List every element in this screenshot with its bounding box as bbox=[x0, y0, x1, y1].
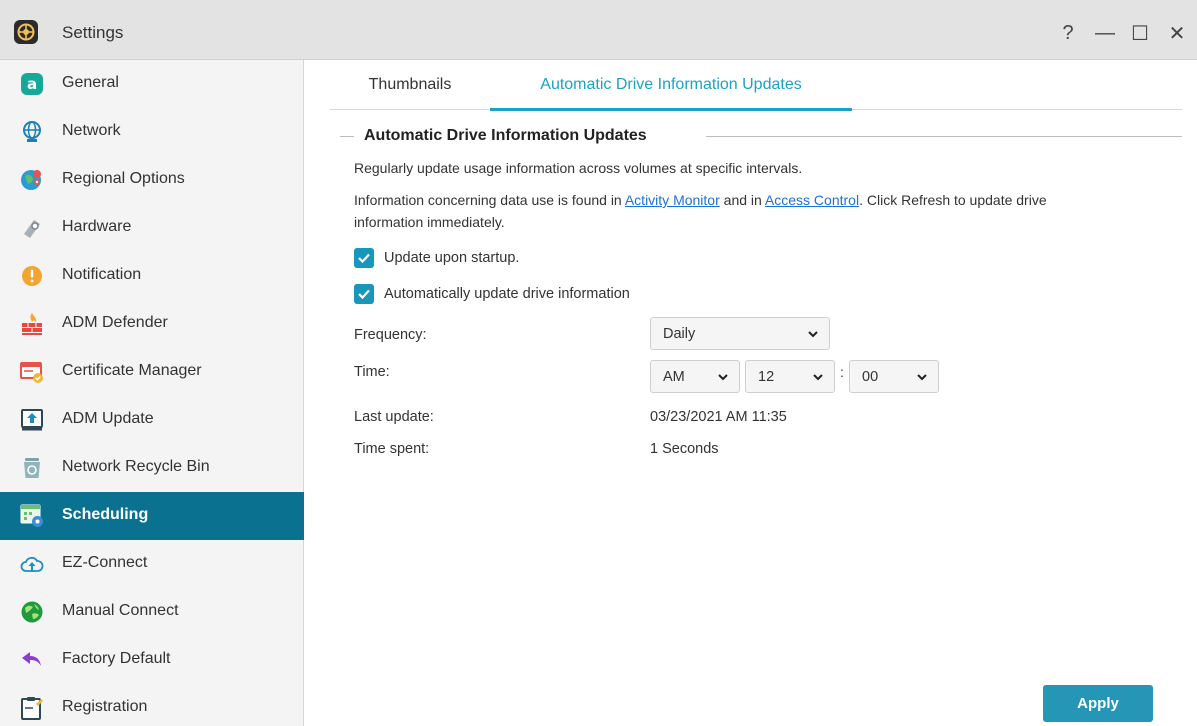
regional-options-icon bbox=[21, 170, 42, 190]
time-minute-select[interactable]: 00 bbox=[849, 360, 939, 393]
sidebar-item-label: Network bbox=[62, 122, 121, 139]
time-separator: : bbox=[840, 364, 844, 380]
close-button[interactable]: ✕ bbox=[1163, 19, 1191, 47]
firewall-icon bbox=[22, 313, 42, 335]
section-info-line: information immediately. bbox=[354, 214, 505, 230]
auto-update-option[interactable]: Automatically update drive information bbox=[354, 283, 630, 305]
time-ampm-value: AM bbox=[663, 368, 685, 385]
chevron-down-icon bbox=[808, 331, 818, 338]
sidebar-item-ez-connect[interactable]: EZ-Connect bbox=[0, 540, 304, 588]
title-bar: Settings ? — ☐ ✕ bbox=[0, 0, 1197, 60]
sidebar-item-network[interactable]: Network bbox=[0, 108, 304, 156]
certificate-icon bbox=[20, 362, 43, 383]
sidebar-item-label: EZ-Connect bbox=[62, 554, 148, 571]
time-hour-value: 12 bbox=[758, 368, 775, 385]
maximize-button[interactable]: ☐ bbox=[1126, 19, 1154, 47]
registration-icon bbox=[21, 697, 43, 720]
sidebar-item-label: Network Recycle Bin bbox=[62, 458, 210, 475]
update-icon bbox=[21, 409, 43, 431]
update-on-startup-checkbox[interactable] bbox=[354, 248, 374, 268]
general-icon: a bbox=[21, 73, 43, 95]
sidebar-item-general[interactable]: a General bbox=[0, 60, 304, 108]
time-spent-label: Time spent: bbox=[354, 441, 430, 457]
sidebar-item-label: Hardware bbox=[62, 218, 132, 235]
section-divider bbox=[340, 136, 354, 137]
apply-button[interactable]: Apply bbox=[1043, 685, 1153, 722]
auto-update-label: Automatically update drive information bbox=[384, 286, 630, 302]
info-text: and in bbox=[719, 192, 765, 208]
frequency-label: Frequency: bbox=[354, 327, 427, 343]
sidebar-item-certificate-manager[interactable]: Certificate Manager bbox=[0, 348, 304, 396]
checkmark-icon bbox=[358, 289, 370, 300]
time-label: Time: bbox=[354, 364, 390, 380]
info-text: Information concerning data use is found… bbox=[354, 192, 625, 208]
sidebar-item-network-recycle-bin[interactable]: Network Recycle Bin bbox=[0, 444, 304, 492]
tab-automatic-drive-information-updates[interactable]: Automatic Drive Information Updates bbox=[490, 60, 852, 111]
sidebar-item-label: ADM Update bbox=[62, 410, 154, 427]
sidebar-item-manual-connect[interactable]: Manual Connect bbox=[0, 588, 304, 636]
window-title: Settings bbox=[62, 23, 124, 42]
update-on-startup-option[interactable]: Update upon startup. bbox=[354, 247, 519, 269]
sidebar-item-label: Manual Connect bbox=[62, 602, 179, 619]
section-title: Automatic Drive Information Updates bbox=[364, 127, 647, 144]
tab-bar: Thumbnails Automatic Drive Information U… bbox=[330, 60, 1182, 111]
sidebar: a General Network Regional Options Hardw… bbox=[0, 60, 304, 726]
section-divider bbox=[706, 136, 1182, 137]
section-description: Regularly update usage information acros… bbox=[354, 160, 803, 176]
sidebar-item-label: ADM Defender bbox=[62, 314, 168, 331]
minimize-button[interactable]: — bbox=[1091, 19, 1119, 47]
hardware-icon bbox=[24, 220, 40, 238]
svg-text:a: a bbox=[27, 75, 37, 93]
sidebar-item-label: Certificate Manager bbox=[62, 362, 202, 379]
info-text: . Click Refresh to update drive bbox=[859, 192, 1047, 208]
tab-thumbnails[interactable]: Thumbnails bbox=[330, 60, 490, 110]
access-control-link[interactable]: Access Control bbox=[765, 192, 859, 208]
last-update-value: 03/23/2021 AM 11:35 bbox=[650, 409, 787, 425]
help-button[interactable]: ? bbox=[1054, 19, 1082, 47]
globe-icon bbox=[23, 121, 41, 142]
sidebar-item-regional-options[interactable]: Regional Options bbox=[0, 156, 304, 204]
cloud-upload-icon bbox=[20, 556, 44, 572]
sidebar-item-hardware[interactable]: Hardware bbox=[0, 204, 304, 252]
chevron-down-icon bbox=[813, 374, 823, 381]
manual-connect-icon bbox=[21, 601, 43, 623]
sidebar-item-adm-update[interactable]: ADM Update bbox=[0, 396, 304, 444]
sidebar-item-scheduling[interactable]: Scheduling bbox=[0, 492, 304, 540]
chevron-down-icon bbox=[917, 374, 927, 381]
recycle-bin-icon bbox=[24, 458, 40, 478]
time-spent-value: 1 Seconds bbox=[650, 441, 719, 457]
sidebar-item-registration[interactable]: Registration bbox=[0, 684, 304, 726]
checkmark-icon bbox=[358, 253, 370, 264]
section-info-line: Information concerning data use is found… bbox=[354, 190, 1047, 211]
sidebar-item-factory-default[interactable]: Factory Default bbox=[0, 636, 304, 684]
scheduling-icon bbox=[20, 504, 43, 527]
time-ampm-select[interactable]: AM bbox=[650, 360, 740, 393]
sidebar-item-label: Scheduling bbox=[62, 506, 149, 523]
sidebar-item-label: Notification bbox=[62, 266, 142, 283]
sidebar-item-label: Factory Default bbox=[62, 650, 171, 667]
auto-update-checkbox[interactable] bbox=[354, 284, 374, 304]
last-update-label: Last update: bbox=[354, 409, 434, 425]
notification-icon bbox=[22, 266, 42, 286]
frequency-select[interactable]: Daily bbox=[650, 317, 830, 350]
section-header: Automatic Drive Information Updates bbox=[340, 124, 1182, 148]
activity-monitor-link[interactable]: Activity Monitor bbox=[625, 192, 720, 208]
sidebar-item-label: General bbox=[62, 74, 119, 91]
time-hour-select[interactable]: 12 bbox=[745, 360, 835, 393]
sidebar-item-label: Regional Options bbox=[62, 170, 185, 187]
sidebar-item-adm-defender[interactable]: ADM Defender bbox=[0, 300, 304, 348]
settings-app-icon bbox=[14, 20, 38, 44]
undo-icon bbox=[22, 652, 41, 666]
time-minute-value: 00 bbox=[862, 368, 879, 385]
sidebar-item-notification[interactable]: Notification bbox=[0, 252, 304, 300]
sidebar-item-label: Registration bbox=[62, 698, 148, 715]
update-on-startup-label: Update upon startup. bbox=[384, 250, 520, 266]
frequency-value: Daily bbox=[663, 325, 696, 342]
chevron-down-icon bbox=[718, 374, 728, 381]
